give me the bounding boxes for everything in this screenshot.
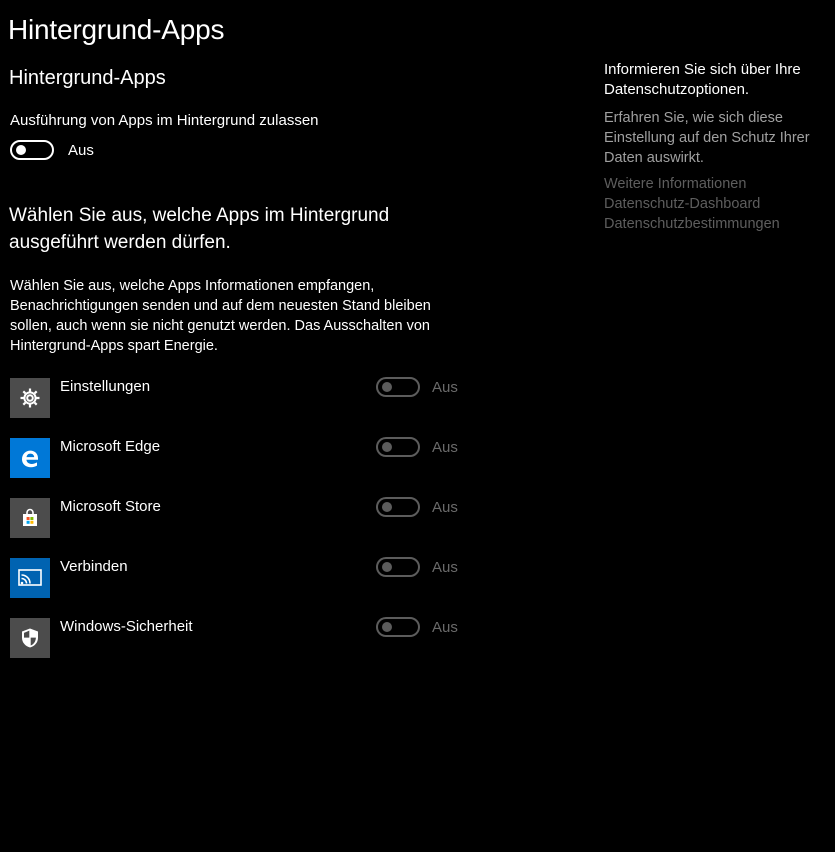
background-apps-setting-label: Ausführung von Apps im Hintergrund zulas… <box>10 112 319 129</box>
privacy-links: Weitere Informationen Datenschutz-Dashbo… <box>604 174 829 234</box>
app-toggle-state: Aus <box>432 498 458 516</box>
app-tile-verbinden <box>10 558 50 598</box>
app-row-verbinden: Verbinden Aus <box>10 557 460 598</box>
apps-section-heading: Wählen Sie aus, welche Apps im Hintergru… <box>9 205 390 253</box>
privacy-sidebar: Informieren Sie sich über Ihre Datenschu… <box>604 60 829 234</box>
background-apps-toggle[interactable] <box>10 140 54 160</box>
privacy-sidebar-title: Informieren Sie sich über Ihre Datenschu… <box>604 61 801 98</box>
app-toggle-state: Aus <box>432 618 458 636</box>
link-weitere-informationen[interactable]: Weitere Informationen <box>604 174 829 194</box>
app-tile-microsoft-edge <box>10 438 50 478</box>
app-toggle-microsoft-edge[interactable] <box>376 437 420 457</box>
app-toggle-windows-sicherheit[interactable] <box>376 617 420 637</box>
app-toggle-group: Aus <box>376 617 458 637</box>
background-apps-toggle-group: Aus <box>10 140 94 160</box>
section-title: Hintergrund-Apps <box>9 67 166 89</box>
privacy-sidebar-text: Erfahren Sie, wie sich diese Einstellung… <box>604 110 810 166</box>
app-tile-microsoft-store <box>10 498 50 538</box>
edge-icon <box>22 450 38 468</box>
app-toggle-einstellungen[interactable] <box>376 377 420 397</box>
app-name: Verbinden <box>60 558 128 575</box>
app-toggle-group: Aus <box>376 377 458 397</box>
app-toggle-verbinden[interactable] <box>376 557 420 577</box>
gear-icon <box>20 388 40 408</box>
app-row-windows-sicherheit: Windows-Sicherheit Aus <box>10 617 460 658</box>
app-toggle-group: Aus <box>376 557 458 577</box>
app-tile-windows-sicherheit <box>10 618 50 658</box>
link-datenschutzbestimmungen[interactable]: Datenschutzbestimmungen <box>604 214 829 234</box>
app-toggle-group: Aus <box>376 437 458 457</box>
shield-icon <box>22 628 38 648</box>
background-apps-toggle-state: Aus <box>68 141 94 159</box>
app-name: Windows-Sicherheit <box>60 618 193 635</box>
apps-section-description: Wählen Sie aus, welche Apps Informatione… <box>10 278 431 354</box>
app-toggle-state: Aus <box>432 378 458 396</box>
page-title: Hintergrund-Apps <box>8 14 225 45</box>
app-name: Microsoft Store <box>60 498 161 515</box>
app-toggle-state: Aus <box>432 438 458 456</box>
connect-icon <box>18 569 42 586</box>
link-datenschutz-dashboard[interactable]: Datenschutz-Dashboard <box>604 194 829 214</box>
app-row-einstellungen: Einstellungen Aus <box>10 377 460 418</box>
app-tile-einstellungen <box>10 378 50 418</box>
store-icon <box>23 508 37 526</box>
app-toggle-microsoft-store[interactable] <box>376 497 420 517</box>
app-toggle-group: Aus <box>376 497 458 517</box>
app-toggle-state: Aus <box>432 558 458 576</box>
app-name: Microsoft Edge <box>60 438 161 455</box>
app-name: Einstellungen <box>60 378 151 395</box>
app-row-microsoft-store: Microsoft Store Aus <box>10 497 460 538</box>
app-row-microsoft-edge: Microsoft Edge Aus <box>10 437 460 478</box>
